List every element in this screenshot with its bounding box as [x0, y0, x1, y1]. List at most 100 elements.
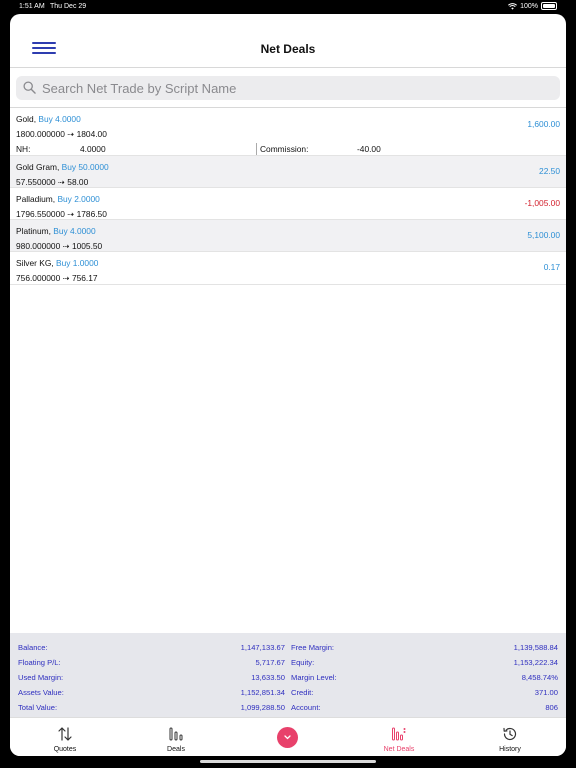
wifi-icon	[508, 2, 518, 10]
search-icon	[23, 81, 36, 94]
deal-current-price: 1804.00	[76, 129, 107, 139]
deal-row[interactable]: Gold, Buy 4.0000 1800.000000 ⇢ 1804.00 N…	[10, 108, 566, 156]
arrow-icon: ⇢	[67, 129, 75, 139]
deal-row[interactable]: Silver KG, Buy 1.0000 756.000000 ⇢ 756.1…	[10, 252, 566, 285]
battery-percent: 100%	[520, 2, 538, 10]
quotes-arrows-icon	[58, 727, 72, 741]
home-indicator	[200, 760, 376, 763]
deal-symbol: Gold Gram,	[16, 162, 60, 172]
summary-label: Credit:	[291, 688, 314, 697]
search-input[interactable]	[42, 76, 552, 100]
deal-open-price: 1800.000000	[16, 129, 65, 139]
arrow-icon: ⇢	[62, 241, 70, 251]
summary-label: Total Value:	[18, 703, 58, 712]
summary-value: 1,099,288.50	[240, 703, 285, 712]
deal-open-price: 1796.550000	[16, 209, 65, 219]
summary-value: 1,139,588.84	[513, 643, 558, 652]
deal-details: NH: 4.0000 Commission: -40.00	[16, 142, 560, 157]
deal-current-price: 756.17	[71, 273, 98, 283]
deal-title: Gold Gram, Buy 50.0000	[16, 160, 560, 175]
deal-side: Buy 1.0000	[56, 258, 99, 268]
deal-title: Silver KG, Buy 1.0000	[16, 256, 560, 271]
deal-symbol: Palladium,	[16, 194, 56, 204]
summary-row: Assets Value: 1,152,851.34 Credit: 371.0…	[10, 685, 566, 700]
battery-icon	[541, 2, 557, 10]
tab-label: History	[499, 746, 521, 753]
navigation-bar: Net Deals	[10, 14, 566, 68]
deal-title: Gold, Buy 4.0000	[16, 112, 560, 127]
arrow-icon: ⇢	[62, 273, 70, 283]
summary-label: Floating P/L:	[18, 658, 61, 667]
summary-value: 1,152,851.34	[240, 688, 285, 697]
deal-symbol: Platinum,	[16, 226, 51, 236]
summary-value: 371.00	[534, 688, 558, 697]
summary-label: Margin Level:	[291, 673, 337, 682]
status-time: 1:51 AM	[19, 3, 45, 10]
deal-current-price: 1005.50	[71, 241, 103, 251]
tab-deals[interactable]: Deals	[131, 718, 221, 756]
deal-title: Palladium, Buy 2.0000	[16, 192, 560, 207]
deal-side: Buy 2.0000	[57, 194, 100, 204]
deal-current-price: 1786.50	[76, 209, 107, 219]
commission-value: -40.00	[357, 144, 381, 154]
deal-row[interactable]: Palladium, Buy 2.0000 1796.550000 ⇢ 1786…	[10, 188, 566, 220]
nh-label: NH:	[16, 144, 31, 154]
summary-value: 806	[545, 703, 558, 712]
summary-value: 1,153,222.34	[513, 658, 558, 667]
arrow-icon: ⇢	[67, 209, 75, 219]
deal-open-price: 756.000000	[16, 273, 61, 283]
deal-profit-loss: 0.17	[543, 262, 560, 272]
net-deals-icon	[392, 727, 406, 741]
tab-net-deals[interactable]: Net Deals	[354, 718, 444, 756]
summary-label: Account:	[291, 703, 321, 712]
deal-open-price: 57.550000	[16, 177, 56, 187]
deal-prices: 756.000000 ⇢ 756.17	[16, 271, 560, 286]
tab-label: Deals	[167, 746, 185, 753]
deal-title: Platinum, Buy 4.0000	[16, 224, 560, 239]
net-deals-list: Gold, Buy 4.0000 1800.000000 ⇢ 1804.00 N…	[10, 107, 566, 285]
arrow-icon: ⇢	[57, 177, 65, 187]
deal-profit-loss: 1,600.00	[527, 119, 560, 129]
deal-prices: 1800.000000 ⇢ 1804.00	[16, 127, 560, 142]
nh-value: 4.0000	[80, 144, 106, 154]
deal-profit-loss: -1,005.00	[524, 198, 560, 208]
summary-value: 13,633.50	[251, 673, 285, 682]
summary-label: Used Margin:	[18, 673, 64, 682]
summary-value: 1,147,133.67	[240, 643, 285, 652]
deal-side: Buy 4.0000	[53, 226, 96, 236]
chevron-down-icon	[284, 735, 291, 740]
summary-label: Free Margin:	[291, 643, 335, 652]
summary-value: 8,458.74%	[521, 673, 558, 682]
deal-side: Buy 4.0000	[38, 114, 81, 124]
search-bar[interactable]	[16, 76, 560, 100]
summary-label: Assets Value:	[18, 688, 64, 697]
page-title: Net Deals	[260, 42, 316, 56]
summary-label: Balance:	[18, 643, 48, 652]
deal-row[interactable]: Platinum, Buy 4.0000 980.000000 ⇢ 1005.5…	[10, 220, 566, 252]
center-action-button[interactable]	[277, 727, 298, 748]
deal-side: Buy 50.0000	[61, 162, 109, 172]
deal-open-price: 980.000000	[16, 241, 61, 251]
tab-label: Quotes	[53, 746, 77, 753]
deal-profit-loss: 5,100.00	[527, 230, 560, 240]
tab-quotes[interactable]: Quotes	[20, 718, 110, 756]
deal-symbol: Silver KG,	[16, 258, 54, 268]
summary-row: Used Margin: 13,633.50 Margin Level: 8,4…	[10, 670, 566, 685]
app-window: Net Deals Gold, Buy 4.0000 1800.000000 ⇢…	[10, 14, 566, 756]
summary-label: Equity:	[291, 658, 315, 667]
tab-bar: Quotes Deals Net Deals History	[10, 717, 566, 756]
history-clock-icon	[503, 727, 517, 741]
commission-label: Commission:	[260, 144, 309, 154]
summary-row: Total Value: 1,099,288.50 Account: 806	[10, 700, 566, 715]
deal-row[interactable]: Gold Gram, Buy 50.0000 57.550000 ⇢ 58.00…	[10, 156, 566, 188]
status-date: Thu Dec 29	[50, 3, 87, 10]
tab-label: Net Deals	[383, 746, 415, 753]
tab-history[interactable]: History	[465, 718, 555, 756]
deals-bars-icon	[169, 727, 183, 741]
summary-value: 5,717.67	[255, 658, 285, 667]
deal-profit-loss: 22.50	[539, 166, 560, 176]
column-divider	[256, 143, 257, 155]
summary-row: Balance: 1,147,133.67 Free Margin: 1,139…	[10, 640, 566, 655]
summary-row: Floating P/L: 5,717.67 Equity: 1,153,222…	[10, 655, 566, 670]
status-right: 100%	[508, 2, 557, 10]
